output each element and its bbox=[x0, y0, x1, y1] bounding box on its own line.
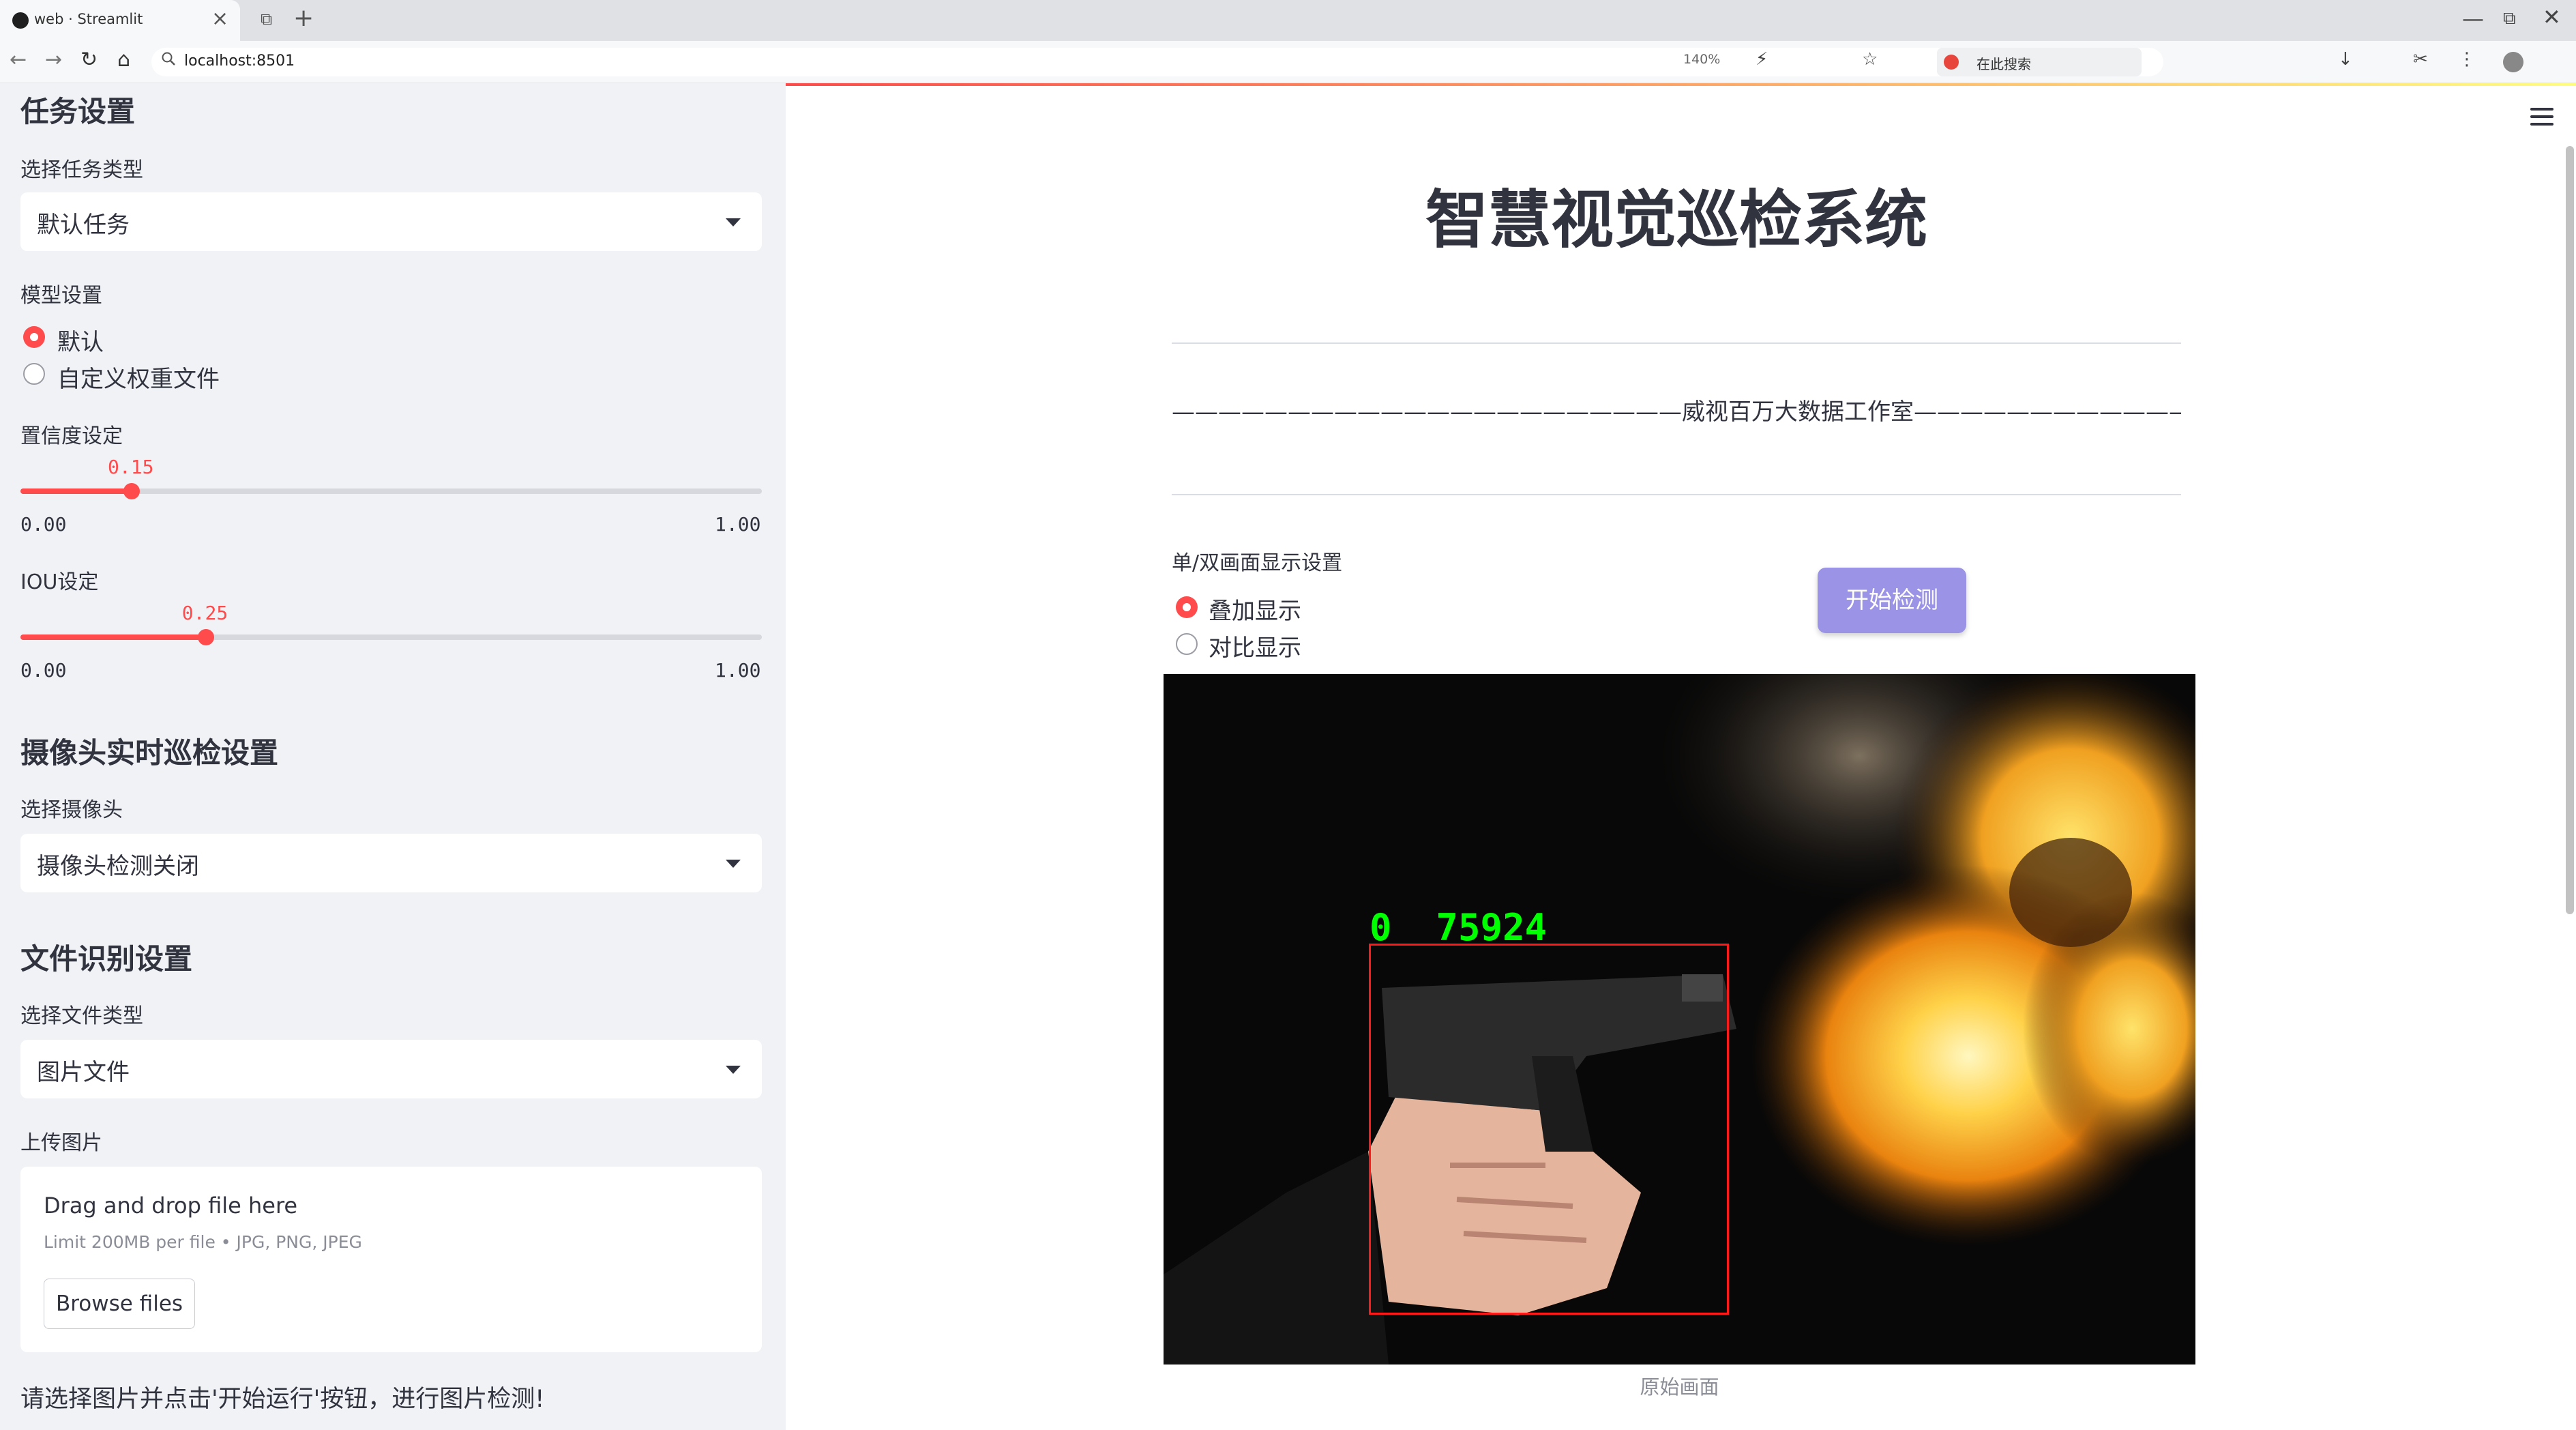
camera-select-label: 选择摄像头 bbox=[20, 798, 123, 822]
iou-slider-thumb[interactable] bbox=[197, 629, 214, 645]
image-caption: 原始画面 bbox=[1640, 1375, 1719, 1399]
back-icon[interactable]: ← bbox=[10, 48, 27, 72]
studio-banner: ——————————————————————威视百万大数据工作室————————… bbox=[1172, 398, 2181, 426]
confidence-min: 0.00 bbox=[20, 513, 67, 536]
tab-duplicate-icon[interactable]: ⧉ bbox=[261, 10, 272, 29]
display-mode-label: 单/双画面显示设置 bbox=[1172, 551, 1343, 575]
confidence-label: 置信度设定 bbox=[20, 424, 123, 448]
header-decoration bbox=[786, 83, 2576, 86]
model-custom-label[interactable]: 自定义权重文件 bbox=[57, 360, 220, 394]
iou-label: IOU设定 bbox=[20, 570, 99, 594]
search-engine-icon bbox=[1944, 55, 1959, 70]
compare-display-label[interactable]: 对比显示 bbox=[1209, 629, 1301, 662]
extension-icon[interactable]: ⚡ bbox=[1756, 49, 1768, 70]
model-default-label[interactable]: 默认 bbox=[57, 323, 104, 357]
main-menu-icon[interactable] bbox=[2530, 108, 2553, 130]
browser-search-box[interactable] bbox=[1937, 48, 2142, 76]
camera-select[interactable]: 摄像头检测关闭 bbox=[20, 834, 762, 892]
tab-title: web · Streamlit bbox=[34, 11, 143, 27]
menu-more-icon[interactable]: ⋮ bbox=[2458, 49, 2476, 70]
chevron-down-icon bbox=[726, 218, 741, 227]
start-detection-button[interactable]: 开始检测 bbox=[1818, 568, 1966, 633]
zoom-level[interactable]: 140% bbox=[1683, 52, 1720, 67]
task-type-value: 默认任务 bbox=[37, 211, 130, 239]
page-scrollbar[interactable] bbox=[2566, 146, 2574, 914]
streamlit-favicon-icon bbox=[12, 12, 29, 29]
file-type-label: 选择文件类型 bbox=[20, 1004, 143, 1028]
model-default-radio[interactable] bbox=[23, 326, 45, 348]
confidence-slider-thumb[interactable] bbox=[123, 483, 140, 499]
camera-select-value: 摄像头检测关闭 bbox=[37, 853, 199, 880]
reload-icon[interactable]: ↻ bbox=[80, 48, 98, 72]
divider bbox=[1172, 342, 2181, 344]
camera-settings-heading: 摄像头实时巡检设置 bbox=[20, 736, 279, 770]
overlay-display-radio[interactable] bbox=[1176, 596, 1198, 618]
file-type-select[interactable]: 图片文件 bbox=[20, 1040, 762, 1098]
upload-label: 上传图片 bbox=[20, 1131, 102, 1155]
home-icon[interactable]: ⌂ bbox=[117, 48, 130, 72]
browser-tab-bar bbox=[0, 0, 2576, 41]
page-title: 智慧视觉巡检系统 bbox=[1425, 184, 1927, 257]
chevron-down-icon bbox=[726, 1066, 741, 1074]
favorite-star-icon[interactable]: ☆ bbox=[1862, 49, 1878, 70]
forward-icon[interactable]: → bbox=[45, 48, 62, 72]
dropzone-limit: Limit 200MB per file • JPG, PNG, JPEG bbox=[44, 1232, 362, 1252]
new-tab-icon[interactable]: + bbox=[293, 4, 314, 32]
download-icon[interactable]: ↓ bbox=[2338, 49, 2353, 70]
detection-image: 0 75924 bbox=[1164, 674, 2195, 1365]
iou-value: 0.25 bbox=[181, 602, 228, 624]
model-settings-label: 模型设置 bbox=[20, 284, 102, 308]
task-type-label: 选择任务类型 bbox=[20, 158, 143, 182]
screenshot-icon[interactable]: ✂ bbox=[2413, 49, 2428, 70]
file-settings-heading: 文件识别设置 bbox=[20, 942, 193, 976]
task-settings-heading: 任务设置 bbox=[20, 95, 136, 128]
model-custom-radio[interactable] bbox=[23, 363, 45, 385]
browser-search-placeholder[interactable]: 在此搜索 bbox=[1977, 53, 2031, 73]
address-text[interactable]: localhost:8501 bbox=[184, 53, 295, 70]
file-type-value: 图片文件 bbox=[37, 1059, 130, 1086]
iou-min: 0.00 bbox=[20, 659, 67, 682]
address-search-icon bbox=[161, 51, 176, 70]
detection-label: 0 75924 bbox=[1370, 906, 1548, 949]
compare-display-radio[interactable] bbox=[1176, 633, 1198, 655]
task-type-select[interactable]: 默认任务 bbox=[20, 192, 762, 251]
dropzone-text: Drag and drop file here bbox=[44, 1193, 298, 1219]
profile-avatar[interactable] bbox=[2503, 52, 2523, 72]
sidebar-hint: 请选择图片并点击'开始运行'按钮，进行图片检测! bbox=[20, 1386, 545, 1413]
window-close-icon[interactable]: ✕ bbox=[2543, 4, 2561, 30]
window-restore-icon[interactable]: ⧉ bbox=[2503, 8, 2516, 29]
window-minimize-icon[interactable]: — bbox=[2462, 5, 2484, 31]
iou-max: 1.00 bbox=[715, 659, 761, 682]
confidence-max: 1.00 bbox=[715, 513, 761, 536]
chevron-down-icon bbox=[726, 860, 741, 868]
browse-files-button[interactable]: Browse files bbox=[44, 1279, 195, 1329]
tab-close-icon[interactable]: × bbox=[211, 7, 228, 31]
iou-slider-fill bbox=[20, 634, 206, 640]
overlay-display-label[interactable]: 叠加显示 bbox=[1209, 592, 1301, 626]
confidence-value: 0.15 bbox=[108, 456, 154, 478]
divider bbox=[1172, 494, 2181, 495]
detection-bounding-box bbox=[1369, 944, 1729, 1315]
confidence-slider-fill bbox=[20, 488, 132, 494]
